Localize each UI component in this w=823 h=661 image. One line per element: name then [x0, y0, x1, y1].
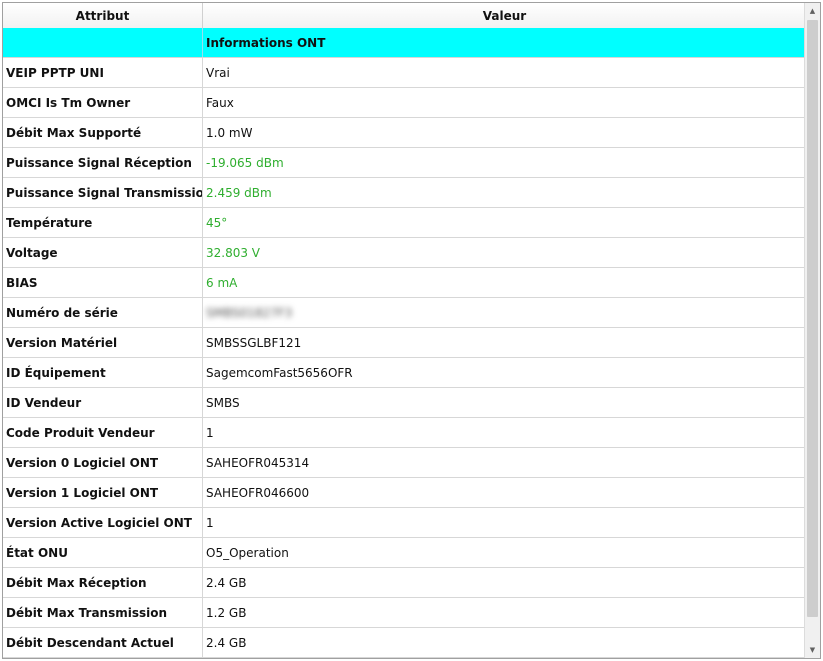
table-row[interactable]: Puissance Signal Réception -19.065 dBm [3, 148, 806, 178]
vertical-scrollbar[interactable]: ▲ ▼ [804, 3, 820, 658]
column-header-value[interactable]: Valeur [203, 3, 806, 28]
table-row[interactable]: Débit Max Réception 2.4 GB [3, 568, 806, 598]
value-cell: 32.803 V [206, 245, 261, 260]
attribute-cell: BIAS [3, 268, 203, 297]
table-row[interactable]: ID Vendeur SMBS [3, 388, 806, 418]
table-row[interactable]: Version 0 Logiciel ONT SAHEOFR045314 [3, 448, 806, 478]
attribute-cell: Version Matériel [3, 328, 203, 357]
scrollbar-thumb[interactable] [807, 20, 818, 617]
value-cell: 2.4 GB [206, 575, 247, 590]
attribute-cell: VEIP PPTP UNI [3, 58, 203, 87]
table-row[interactable]: VEIP PPTP UNI Vrai [3, 58, 806, 88]
value-cell: O5_Operation [206, 545, 289, 560]
value-cell: -19.065 dBm [206, 155, 284, 170]
value-cell: SMBSSGLBF121 [206, 335, 302, 350]
scroll-down-icon[interactable]: ▼ [805, 642, 820, 658]
value-cell: 1.2 GB [206, 605, 247, 620]
table-row[interactable]: Débit Max Supporté 1.0 mW [3, 118, 806, 148]
table-row[interactable]: État ONU O5_Operation [3, 538, 806, 568]
table-row[interactable]: Version Active Logiciel ONT 1 [3, 508, 806, 538]
value-cell: 1.0 mW [206, 125, 253, 140]
attribute-cell: Puissance Signal Réception [3, 148, 203, 177]
table-row[interactable]: Code Produit Vendeur 1 [3, 418, 806, 448]
value-cell: 45° [206, 215, 228, 230]
value-cell: 2.459 dBm [206, 185, 272, 200]
section-row[interactable]: Informations ONT [3, 28, 806, 58]
table-row[interactable]: Température 45° [3, 208, 806, 238]
attribute-cell: ID Équipement [3, 358, 203, 387]
attribute-cell: Débit Max Supporté [3, 118, 203, 147]
attribute-cell: Code Produit Vendeur [3, 418, 203, 447]
attribute-cell: Numéro de série [3, 298, 203, 327]
section-title: Informations ONT [206, 35, 326, 50]
column-header-attribute[interactable]: Attribut [3, 3, 203, 28]
redacted-value: SMBS01827F3 [206, 305, 293, 320]
value-cell: SMBS [206, 395, 240, 410]
attribute-cell: Version 1 Logiciel ONT [3, 478, 203, 507]
table-row[interactable]: Version Matériel SMBSSGLBF121 [3, 328, 806, 358]
ont-info-grid: Attribut Valeur Informations ONT VEIP PP… [2, 2, 821, 659]
value-cell: SagemcomFast5656OFR [206, 365, 353, 380]
attribute-cell: Voltage [3, 238, 203, 267]
table-row[interactable]: Débit Descendant Actuel 2.4 GB [3, 628, 806, 658]
attribute-cell: Débit Descendant Actuel [3, 628, 203, 657]
grid-header: Attribut Valeur [3, 3, 806, 29]
table-row[interactable]: Numéro de série SMBS01827F3 [3, 298, 806, 328]
table-row[interactable]: Puissance Signal Transmission 2.459 dBm [3, 178, 806, 208]
table-row[interactable]: Débit Max Transmission 1.2 GB [3, 598, 806, 628]
attribute-cell: Débit Max Transmission [3, 598, 203, 627]
attribute-cell: OMCI Is Tm Owner [3, 88, 203, 117]
table-row[interactable]: BIAS 6 mA [3, 268, 806, 298]
value-cell: SMBS01827F3 [203, 298, 806, 327]
section-attribute-cell [3, 28, 203, 57]
table-row[interactable]: OMCI Is Tm Owner Faux [3, 88, 806, 118]
value-cell: 2.4 GB [206, 635, 247, 650]
value-cell: SAHEOFR045314 [206, 455, 310, 470]
attribute-cell: Version Active Logiciel ONT [3, 508, 203, 537]
value-cell: Faux [206, 95, 234, 110]
attribute-cell: ID Vendeur [3, 388, 203, 417]
grid-body: Informations ONT VEIP PPTP UNI Vrai OMCI I… [3, 28, 806, 658]
table-row[interactable]: Voltage 32.803 V [3, 238, 806, 268]
attribute-cell: État ONU [3, 538, 203, 567]
attribute-cell: Température [3, 208, 203, 237]
value-cell: 1 [206, 515, 214, 530]
attribute-cell: Débit Max Réception [3, 568, 203, 597]
table-row[interactable]: ID Équipement SagemcomFast5656OFR [3, 358, 806, 388]
table-row[interactable]: Version 1 Logiciel ONT SAHEOFR046600 [3, 478, 806, 508]
value-cell: Vrai [206, 65, 230, 80]
value-cell: 1 [206, 425, 214, 440]
value-cell: SAHEOFR046600 [206, 485, 310, 500]
scroll-up-icon[interactable]: ▲ [805, 3, 820, 19]
value-cell: 6 mA [206, 275, 238, 290]
attribute-cell: Puissance Signal Transmission [3, 178, 203, 207]
attribute-cell: Version 0 Logiciel ONT [3, 448, 203, 477]
